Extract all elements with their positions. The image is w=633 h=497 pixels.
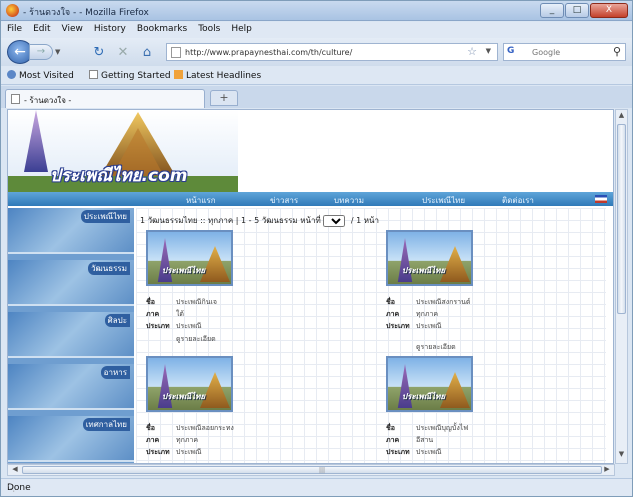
culture-name[interactable]: ประเพณีสงกรานต์: [416, 296, 470, 308]
culture-thumbnail[interactable]: ประเพณีไทย: [146, 230, 233, 286]
new-tab-button[interactable]: +: [210, 90, 238, 106]
site-logo[interactable]: ประเพณีไทย.com: [50, 162, 188, 189]
culture-name[interactable]: ประเพณีบุญบั้งไฟ: [416, 422, 468, 434]
home-icon[interactable]: ⌂: [139, 45, 155, 61]
culture-fields: ชื่อ ประเพณีสงกรานต์ ภาค ทุกภาค ประเภท ประเ…: [386, 296, 471, 330]
maximize-button[interactable]: □: [565, 3, 589, 18]
menu-tools[interactable]: Tools: [192, 22, 225, 34]
site-nav-item[interactable]: ข่าวสาร: [270, 194, 298, 207]
culture-region: ทุกภาค: [416, 310, 439, 318]
scroll-left-icon[interactable]: ◀: [9, 465, 21, 475]
culture-category: ประเพณี: [176, 448, 202, 456]
search-input[interactable]: [532, 46, 602, 59]
forward-button[interactable]: →: [29, 44, 53, 60]
history-dropdown-icon[interactable]: ▼: [55, 48, 65, 58]
site-sidebar: ประเพณีไทย วัฒนธรรม ศิลปะ อาหาร เทศกาลไท…: [8, 208, 134, 463]
address-bar[interactable]: ☆ ▼: [166, 43, 498, 61]
sidebar-item-festivals[interactable]: เทศกาลไทย: [8, 416, 134, 462]
culture-region: ทุกภาค: [176, 436, 199, 444]
site-nav-item[interactable]: หน้าแรก: [186, 194, 216, 207]
scroll-right-icon[interactable]: ▶: [601, 465, 613, 475]
search-bar[interactable]: G ⚲: [503, 43, 626, 61]
bookmarks-toolbar: Most Visited Getting Started Latest Head…: [1, 66, 632, 85]
minimize-button[interactable]: _: [540, 3, 564, 18]
page-icon: [89, 70, 98, 79]
menu-bar: File Edit View History Bookmarks Tools Help: [1, 22, 632, 38]
site-nav-item[interactable]: ติดต่อเรา: [502, 194, 534, 207]
culture-thumbnail[interactable]: ประเพณีไทย: [146, 356, 233, 412]
scroll-down-icon[interactable]: ▼: [616, 450, 627, 462]
culture-region: อีสาน: [416, 436, 434, 444]
pager-text: 1 วัฒนธรรมไทย :: ทุกภาค | 1 - 5 วัฒนธรรม…: [140, 216, 321, 225]
scroll-up-icon[interactable]: ▲: [616, 111, 627, 123]
bookmark-latest-headlines[interactable]: Latest Headlines: [174, 70, 261, 81]
sidebar-item-culture[interactable]: วัฒนธรรม: [8, 260, 134, 306]
menu-bookmarks[interactable]: Bookmarks: [131, 22, 192, 34]
sidebar-item-traditions[interactable]: ประเพณีไทย: [8, 208, 134, 254]
main-content: 1 วัฒนธรรมไทย :: ทุกภาค | 1 - 5 วัฒนธรรม…: [136, 208, 606, 463]
horizontal-scrollbar[interactable]: ◀ ||| ▶: [7, 464, 615, 476]
details-link[interactable]: ดูรายละเอียด: [176, 334, 216, 345]
navigation-toolbar: ← → ▼ ↻ ✕ ⌂ ☆ ▼ G ⚲: [1, 38, 632, 66]
page-icon: [171, 47, 181, 58]
resize-grip-icon[interactable]: ⋱: [7, 484, 629, 493]
culture-region: ใต้: [176, 310, 184, 318]
menu-edit[interactable]: Edit: [27, 22, 55, 34]
site-nav-item[interactable]: บทความ: [334, 194, 364, 207]
title-bar: - ร้านดวงใจ - - Mozilla Firefox _ □ X: [1, 1, 632, 21]
menu-view[interactable]: View: [56, 22, 88, 34]
culture-fields: ชื่อ ประเพณีกินเจ ภาค ใต้ ประเภท ประเพณี: [146, 296, 217, 330]
pagination: 1 วัฒนธรรมไทย :: ทุกภาค | 1 - 5 วัฒนธรรม…: [140, 214, 379, 227]
tab-label: - ร้านดวงใจ -: [24, 96, 72, 105]
bookmark-getting-started[interactable]: Getting Started: [89, 70, 171, 81]
page-icon: [11, 94, 20, 104]
sidebar-item-food[interactable]: อาหาร: [8, 364, 134, 410]
status-bar: Done ⋱: [1, 478, 632, 496]
vertical-scroll-thumb[interactable]: [617, 124, 626, 314]
page-select[interactable]: 1: [323, 214, 346, 227]
bookmark-most-visited[interactable]: Most Visited: [7, 70, 74, 81]
firefox-icon: [6, 4, 19, 17]
url-dropdown-icon[interactable]: ▼: [486, 47, 491, 55]
tab-bar: - ร้านดวงใจ - +: [1, 86, 632, 108]
site-banner: ประเพณีไทย.com: [8, 110, 613, 192]
culture-fields: ชื่อ ประเพณีลอยกระทง ภาค ทุกภาค ประเภท ประเ…: [146, 422, 234, 456]
menu-help[interactable]: Help: [225, 22, 257, 34]
google-engine-icon[interactable]: G: [507, 46, 527, 59]
window-title: - ร้านดวงใจ - - Mozilla Firefox: [23, 8, 149, 18]
stop-icon[interactable]: ✕: [115, 45, 131, 61]
bookmark-star-icon[interactable]: ☆: [467, 45, 477, 58]
culture-name[interactable]: ประเพณีกินเจ: [176, 296, 217, 308]
page-viewport: ประเพณีไทย.com หน้าแรก ข่าวสาร บทความ ปร…: [7, 109, 614, 464]
culture-thumbnail[interactable]: ประเพณีไทย: [386, 356, 473, 412]
menu-history[interactable]: History: [88, 22, 131, 34]
culture-fields: ชื่อ ประเพณีบุญบั้งไฟ ภาค อีสาน ประเภท ประเ…: [386, 422, 469, 456]
culture-category: ประเพณี: [416, 322, 442, 330]
thai-flag-icon[interactable]: [595, 195, 607, 203]
browser-window: - ร้านดวงใจ - - Mozilla Firefox _ □ X Fi…: [0, 0, 633, 497]
search-icon[interactable]: ⚲: [613, 45, 621, 58]
details-link[interactable]: ดูรายละเอียด: [416, 342, 456, 353]
culture-thumbnail[interactable]: ประเพณีไทย: [386, 230, 473, 286]
sidebar-item-art[interactable]: ศิลปะ: [8, 312, 134, 358]
menu-file[interactable]: File: [1, 22, 27, 34]
site-nav-item[interactable]: ประเพณีไทย: [422, 194, 465, 207]
most-visited-icon: [7, 70, 16, 79]
culture-category: ประเพณี: [416, 448, 442, 456]
reload-icon[interactable]: ↻: [91, 45, 107, 61]
vertical-scrollbar[interactable]: ▲ ▼: [615, 109, 628, 464]
tab-active[interactable]: - ร้านดวงใจ -: [5, 89, 205, 108]
rss-feed-icon: [174, 70, 183, 79]
close-button[interactable]: X: [590, 3, 628, 18]
culture-name[interactable]: ประเพณีลอยกระทง: [176, 422, 234, 434]
horizontal-scroll-thumb[interactable]: |||: [22, 466, 602, 474]
culture-category: ประเพณี: [176, 322, 202, 330]
url-input[interactable]: [185, 46, 465, 59]
page-total: / 1 หน้า: [350, 216, 379, 225]
site-nav: หน้าแรก ข่าวสาร บทความ ประเพณีไทย ติดต่อ…: [8, 192, 613, 207]
